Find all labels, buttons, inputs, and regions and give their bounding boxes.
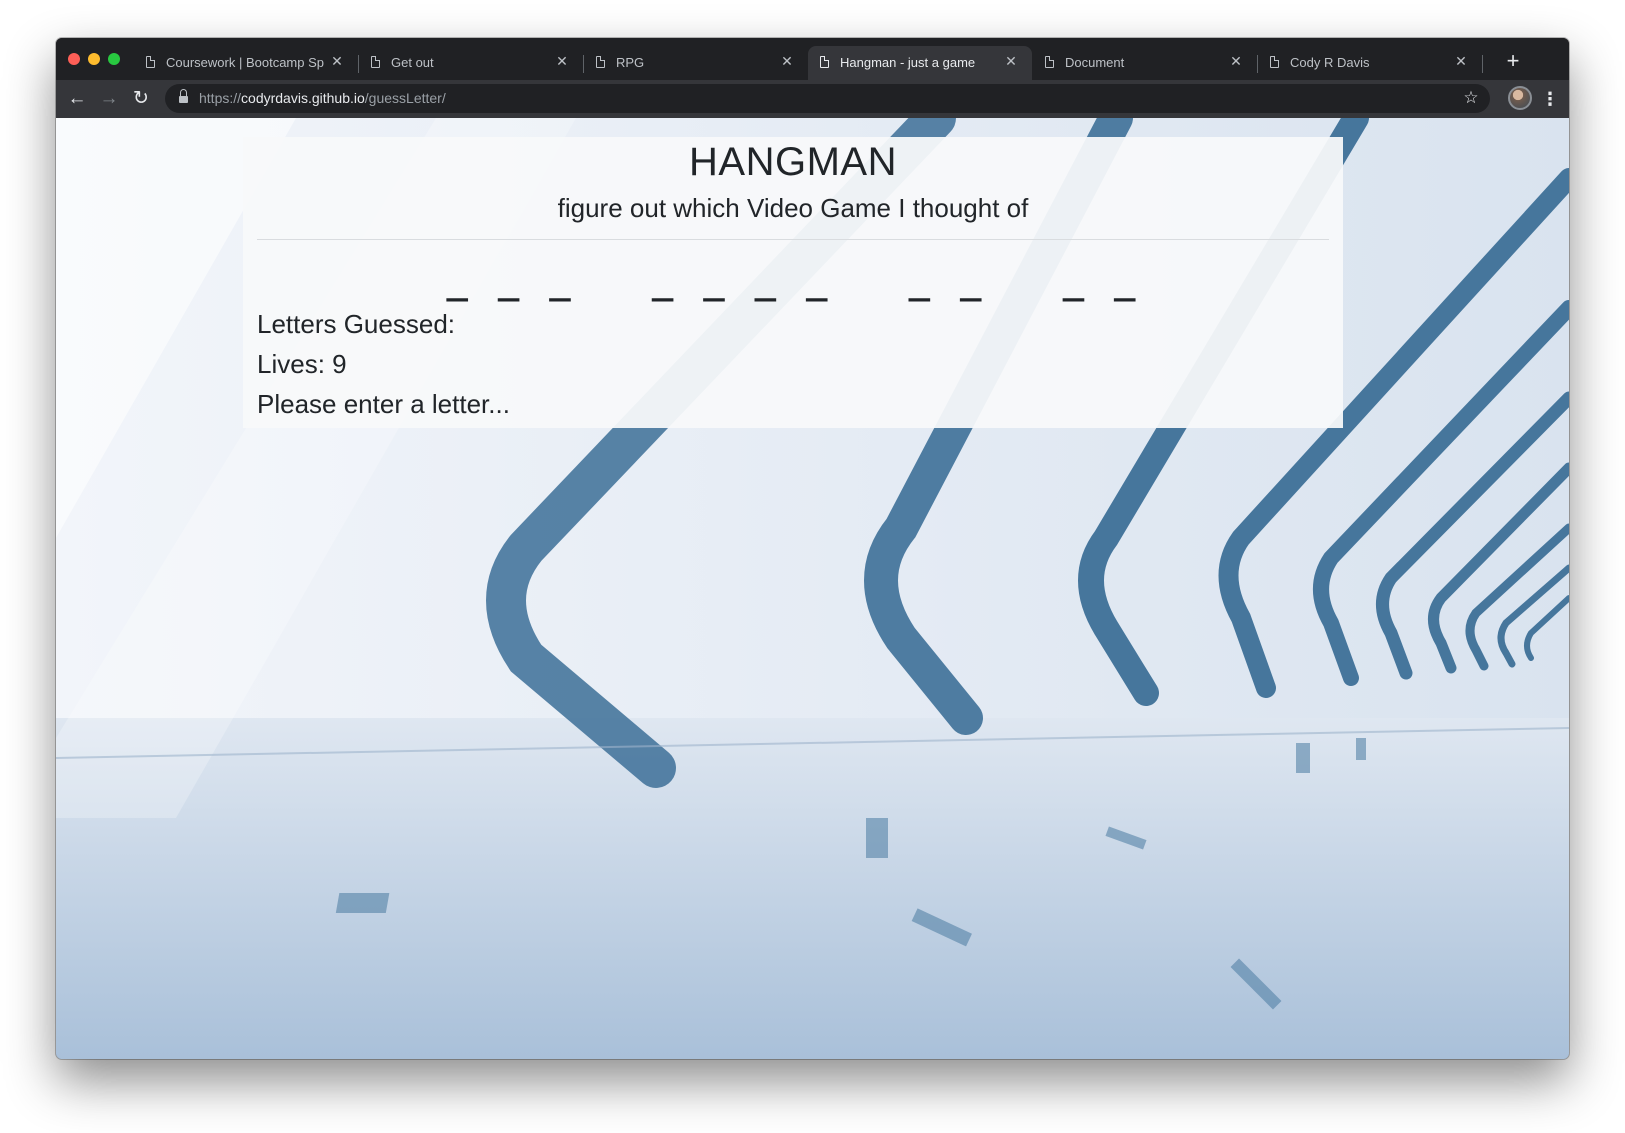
document-icon <box>820 56 829 68</box>
game-subtitle: figure out which Video Game I thought of <box>557 193 1029 223</box>
document-icon <box>596 56 605 68</box>
tab-get-out[interactable]: Get out ✕ <box>359 46 583 80</box>
tab-coursework[interactable]: Coursework | Bootcamp Spot ✕ <box>134 46 358 80</box>
tab-rpg[interactable]: RPG ✕ <box>584 46 808 80</box>
tab-cody-r-davis[interactable]: Cody R Davis ✕ <box>1258 46 1482 80</box>
window-close-button[interactable] <box>68 53 80 65</box>
url-scheme: https:// <box>199 90 242 106</box>
game-panel: HANGMAN figure out which Video Game I th… <box>243 137 1343 428</box>
lock-icon <box>179 89 188 104</box>
document-icon <box>371 56 380 68</box>
tab-close-icon[interactable]: ✕ <box>328 52 346 70</box>
window-minimize-button[interactable] <box>88 53 100 65</box>
tab-title: Cody R Davis <box>1290 55 1370 70</box>
enter-letter-prompt: Please enter a letter... <box>257 389 510 419</box>
letters-guessed-label: Letters Guessed: <box>257 309 455 339</box>
document-icon <box>1270 56 1279 68</box>
tab-close-icon[interactable]: ✕ <box>553 52 571 70</box>
window-maximize-button[interactable] <box>108 53 120 65</box>
tab-title: Document <box>1065 55 1125 70</box>
tab-title: Get out <box>391 55 434 70</box>
document-icon <box>146 56 155 68</box>
page-viewport: HANGMAN figure out which Video Game I th… <box>56 118 1569 1059</box>
document-icon <box>1045 56 1054 68</box>
url-path: /guessLetter/ <box>364 90 446 106</box>
lives-counter: Lives: 9 <box>257 349 347 379</box>
word-blanks: _ _ _ _ _ _ _ _ _ _ _ <box>446 261 1140 302</box>
browser-menu-icon[interactable]: ⋮ <box>1540 85 1560 113</box>
tab-title: Coursework | Bootcamp Spot <box>166 55 324 70</box>
tab-close-icon[interactable]: ✕ <box>778 52 796 70</box>
bookmark-star-icon[interactable]: ☆ <box>1460 87 1482 109</box>
tab-document[interactable]: Document ✕ <box>1033 46 1257 80</box>
tab-close-icon[interactable]: ✕ <box>1452 52 1470 70</box>
url-text: https://codyrdavis.github.io/guessLetter… <box>199 90 446 106</box>
tab-close-icon[interactable]: ✕ <box>1227 52 1245 70</box>
forward-button[interactable]: → <box>95 85 123 113</box>
tab-close-icon[interactable]: ✕ <box>1002 52 1020 70</box>
browser-toolbar: ← → ↻ https://codyrdavis.github.io/guess… <box>56 80 1569 118</box>
profile-avatar[interactable] <box>1508 86 1532 110</box>
tab-title: RPG <box>616 55 645 70</box>
browser-window: Coursework | Bootcamp Spot ✕ Get out ✕ R… <box>56 38 1569 1059</box>
title-divider <box>257 239 1329 240</box>
address-bar[interactable]: https://codyrdavis.github.io/guessLetter… <box>165 84 1490 113</box>
tab-title: Hangman - just a game <box>840 55 976 70</box>
url-host: codyrdavis.github.io <box>241 90 365 106</box>
tab-strip: Coursework | Bootcamp Spot ✕ Get out ✕ R… <box>56 38 1569 80</box>
new-tab-button[interactable]: + <box>1500 49 1526 75</box>
tab-separator <box>1482 55 1483 73</box>
back-button[interactable]: ← <box>63 85 91 113</box>
game-title: HANGMAN <box>689 140 897 184</box>
tab-hangman[interactable]: Hangman - just a game ✕ <box>808 46 1032 80</box>
reload-button[interactable]: ↻ <box>127 85 155 113</box>
